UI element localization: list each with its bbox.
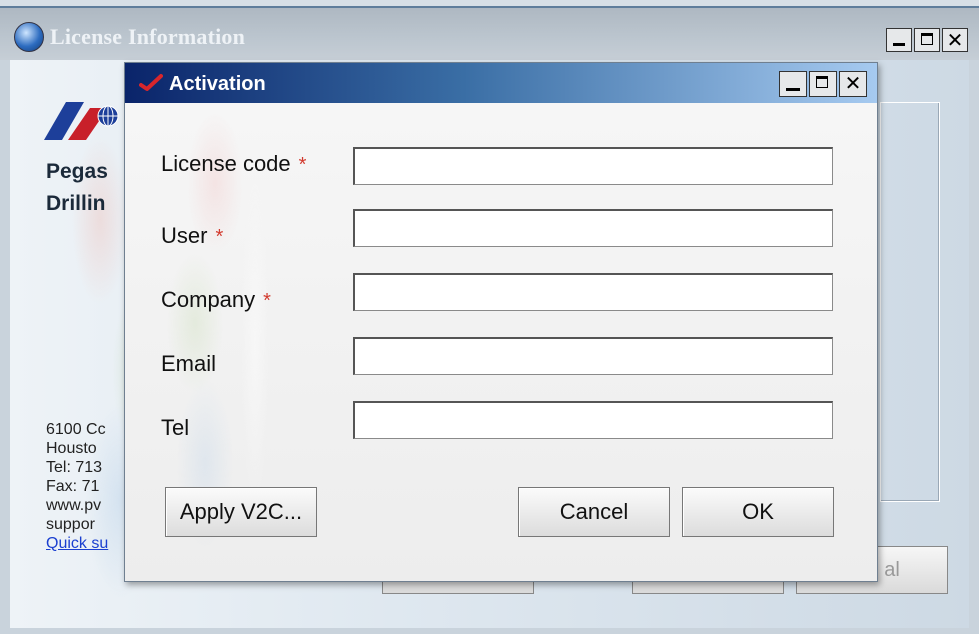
quick-support-link[interactable]: Quick su xyxy=(46,534,108,553)
address-line: 6100 Cc xyxy=(46,421,106,438)
email-label: Email xyxy=(161,351,216,377)
company-name-line2: Drillin xyxy=(46,192,106,215)
required-marker: * xyxy=(263,290,271,312)
minimize-icon xyxy=(786,88,800,91)
outer-title-bar[interactable]: License Information ✕ xyxy=(0,8,979,60)
minimize-icon xyxy=(893,43,905,46)
activation-minimize-button[interactable] xyxy=(779,71,807,97)
app-globe-icon xyxy=(14,22,44,52)
maximize-icon xyxy=(816,76,828,88)
activation-title: Activation xyxy=(169,73,266,95)
phone-line: Tel: 713 xyxy=(46,459,103,476)
email-label-text: Email xyxy=(161,351,217,376)
outer-close-button[interactable]: ✕ xyxy=(942,28,968,52)
activation-close-button[interactable]: ✕ xyxy=(839,71,867,97)
activation-maximize-button[interactable] xyxy=(809,71,837,97)
fax-line: Fax: 71 xyxy=(46,478,100,495)
activation-title-bar[interactable]: Activation ✕ xyxy=(125,63,877,103)
license-code-label: License code * xyxy=(161,151,306,177)
company-label: Company * xyxy=(161,287,271,313)
company-name: Pegas Drillin xyxy=(46,156,108,220)
company-logo xyxy=(44,102,119,140)
close-icon: ✕ xyxy=(844,71,862,95)
tel-input[interactable] xyxy=(353,401,833,439)
check-icon xyxy=(139,74,163,91)
outer-maximize-button[interactable] xyxy=(914,28,940,52)
apply-v2c-button[interactable]: Apply V2C... xyxy=(165,487,317,537)
ok-button[interactable]: OK xyxy=(682,487,834,537)
close-icon: ✕ xyxy=(946,28,964,52)
activation-dialog-body: License code * User * Company * Email Tel A… xyxy=(125,103,877,581)
support-line: suppor xyxy=(46,516,95,533)
company-name-line1: Pegas xyxy=(46,160,108,183)
activation-dialog: Activation ✕ License code * User * Company… xyxy=(124,62,878,582)
required-marker: * xyxy=(215,226,224,248)
email-input[interactable] xyxy=(353,337,833,375)
address-line: Housto xyxy=(46,440,97,457)
license-code-input[interactable] xyxy=(353,147,833,185)
contact-details: 6100 Cc Housto Tel: 713 Fax: 71 www.pv s… xyxy=(46,420,108,553)
company-input[interactable] xyxy=(353,273,833,311)
user-label-text: User xyxy=(161,223,208,248)
cancel-button[interactable]: Cancel xyxy=(518,487,670,537)
maximize-icon xyxy=(921,33,933,45)
outer-minimize-button[interactable] xyxy=(886,28,912,52)
outer-window-title: License Information xyxy=(50,24,246,49)
user-input[interactable] xyxy=(353,209,833,247)
outer-window-controls: ✕ xyxy=(884,28,968,52)
tel-label-text: Tel xyxy=(161,415,190,440)
required-marker: * xyxy=(298,154,307,176)
tel-label: Tel xyxy=(161,415,189,441)
outer-background-button-label: al xyxy=(884,558,900,581)
website-line: www.pv xyxy=(46,497,102,514)
company-label-text: Company xyxy=(161,287,256,312)
user-label: User * xyxy=(161,223,223,249)
outer-group-box xyxy=(880,102,940,502)
activation-window-controls: ✕ xyxy=(777,71,867,97)
license-code-label-text: License code xyxy=(161,151,291,176)
